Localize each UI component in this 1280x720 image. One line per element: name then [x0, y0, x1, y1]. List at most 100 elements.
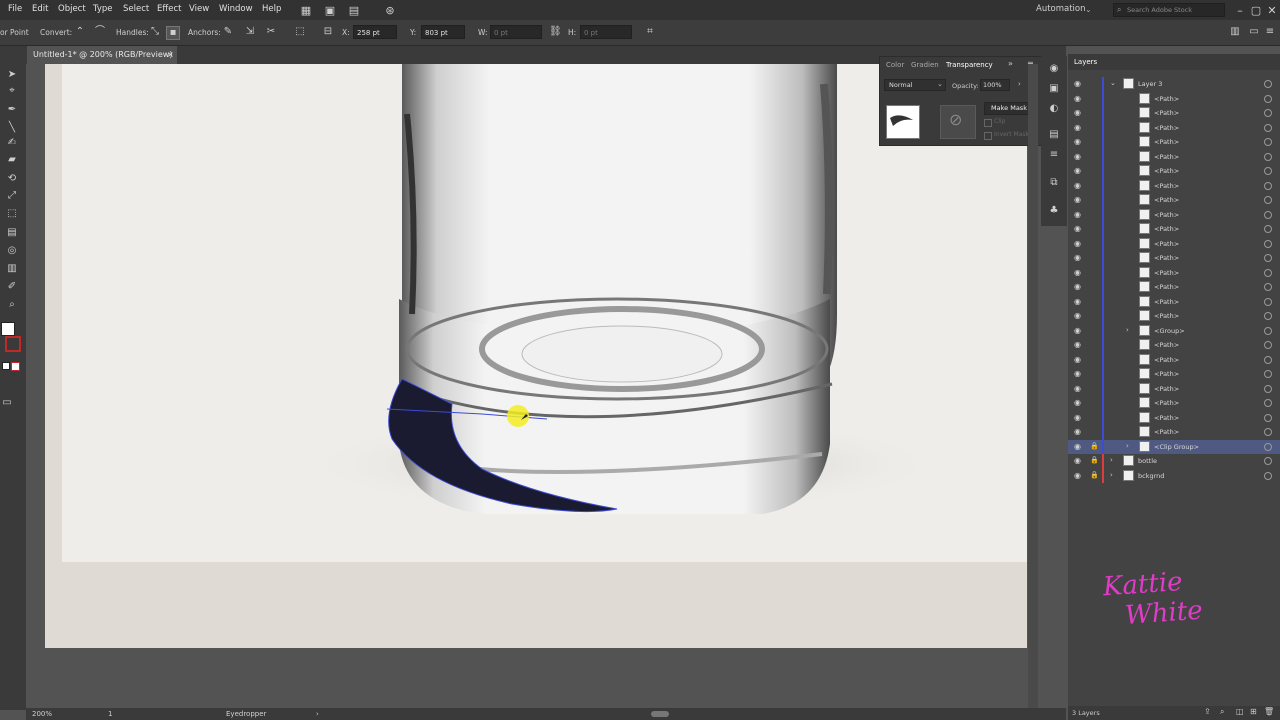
appearance-icon[interactable]: ▤	[1047, 128, 1061, 142]
sublayer-row[interactable]: ◉ <Path>	[1068, 265, 1280, 280]
sublayer-row[interactable]: ◉ <Path>	[1068, 193, 1280, 208]
menu-object[interactable]: Object	[58, 4, 86, 14]
control-menu-icon[interactable]: ≡	[1264, 26, 1276, 38]
menu-type[interactable]: Type	[93, 4, 113, 14]
sublayer-row[interactable]: ◉ <Path>	[1068, 410, 1280, 425]
sublayer-row[interactable]: ◉ <Path>	[1068, 309, 1280, 324]
target-circle-icon[interactable]	[1264, 326, 1272, 335]
cut-path-icon[interactable]: ✂	[265, 26, 277, 38]
collapse-panel-icon[interactable]: »	[1008, 59, 1013, 68]
connect-endpoints-icon[interactable]: ⇲	[244, 26, 256, 38]
sublayer-row[interactable]: ◉ <Path>	[1068, 425, 1280, 440]
zoom-tool-icon[interactable]: ⌕	[5, 298, 19, 311]
vertical-scrollbar[interactable]	[1028, 64, 1038, 708]
artwork-thumbnail[interactable]	[886, 105, 920, 139]
swatches-icon[interactable]: ▣	[1047, 82, 1061, 96]
transparency-icon[interactable]: ◐	[1047, 102, 1061, 116]
convert-corner-icon[interactable]: ⌃	[74, 26, 86, 38]
locate-object-icon[interactable]: ⌕	[1220, 707, 1224, 717]
make-mask-button[interactable]: Make Mask	[984, 102, 1034, 115]
link-proportions-icon[interactable]: ⛓	[549, 26, 562, 38]
sublayer-row[interactable]: ◉ <Path>	[1068, 294, 1280, 309]
target-circle-icon[interactable]	[1264, 152, 1272, 161]
bridge-icon[interactable]: ▦	[298, 2, 314, 18]
visibility-eye-icon[interactable]: ◉	[1074, 224, 1081, 233]
stroke-swatch[interactable]	[5, 336, 21, 352]
target-circle-icon[interactable]	[1264, 138, 1272, 146]
direct-selection-tool-icon[interactable]: ⌖	[5, 84, 19, 97]
visibility-eye-icon[interactable]: ◉	[1074, 355, 1081, 364]
sublayer-row[interactable]: ◉ <Path>	[1068, 222, 1280, 237]
sublayer-row[interactable]: ◉ <Path>	[1068, 251, 1280, 266]
visibility-eye-icon[interactable]: ◉	[1074, 137, 1081, 146]
sublayer-row[interactable]: ◉ <Path>	[1068, 91, 1280, 106]
color-guide-icon[interactable]: ◉	[1047, 62, 1061, 76]
symbols-icon[interactable]: ♣	[1047, 204, 1061, 218]
target-circle-icon[interactable]	[1264, 399, 1272, 407]
target-circle-icon[interactable]	[1264, 471, 1272, 480]
sublayer-row[interactable]: ◉ <Path>	[1068, 352, 1280, 367]
visibility-eye-icon[interactable]: ◉	[1074, 326, 1081, 335]
layer-row[interactable]: ◉ ⌄ Layer 3	[1068, 77, 1280, 92]
target-circle-icon[interactable]	[1264, 428, 1272, 436]
shape-builder-icon[interactable]: ◎	[5, 244, 19, 257]
target-circle-icon[interactable]	[1264, 254, 1272, 262]
new-sublayer-icon[interactable]: ⊞	[1250, 707, 1257, 716]
sublayer-row[interactable]: ◉ <Path>	[1068, 106, 1280, 121]
arrange-icon[interactable]: ▥	[1229, 26, 1241, 38]
sublayer-row[interactable]: ◉ <Path>	[1068, 207, 1280, 222]
lock-icon[interactable]: 🔒	[1090, 471, 1099, 479]
close-tab-icon[interactable]: ×	[167, 46, 174, 64]
pen-tool-icon[interactable]: ✒	[5, 103, 19, 116]
selection-tool-icon[interactable]: ➤	[5, 68, 19, 81]
target-circle-icon[interactable]	[1264, 123, 1272, 132]
layer-row[interactable]: ◉ 🔒 › bckgrnd	[1068, 468, 1280, 483]
chevron-right-icon[interactable]: ›	[1126, 442, 1129, 450]
convert-smooth-icon[interactable]: ⌒	[94, 26, 106, 38]
sublayer-row[interactable]: ◉ <Path>	[1068, 236, 1280, 251]
visibility-eye-icon[interactable]: ◉	[1074, 79, 1081, 88]
rotate-tool-icon[interactable]: ⟲	[5, 172, 19, 185]
sublayer-row[interactable]: ◉ <Path>	[1068, 164, 1280, 179]
visibility-eye-icon[interactable]: ◉	[1074, 297, 1081, 306]
target-circle-icon[interactable]	[1264, 283, 1272, 291]
sublayer-row[interactable]: ◉ › <Group>	[1068, 323, 1280, 338]
stock-icon[interactable]: ▣	[322, 2, 338, 18]
visibility-eye-icon[interactable]: ◉	[1074, 181, 1081, 190]
artboard-number[interactable]: 1	[108, 710, 112, 718]
target-circle-icon[interactable]	[1264, 413, 1272, 422]
select-similar-icon[interactable]: ⬚	[294, 26, 306, 38]
tab-transparency[interactable]: Transparency	[946, 61, 993, 69]
visibility-eye-icon[interactable]: ◉	[1074, 369, 1081, 378]
h-field[interactable]: 0 pt	[580, 25, 632, 39]
pathfinder-icon[interactable]: ⧉	[1047, 176, 1061, 190]
arrange-documents-icon[interactable]: ▤	[346, 2, 362, 18]
sublayer-row[interactable]: ◉ <Path>	[1068, 381, 1280, 396]
target-circle-icon[interactable]	[1264, 312, 1272, 320]
visibility-eye-icon[interactable]: ◉	[1074, 471, 1081, 480]
sublayer-row[interactable]: ◉ <Path>	[1068, 135, 1280, 150]
target-circle-icon[interactable]	[1264, 94, 1272, 103]
target-circle-icon[interactable]	[1264, 268, 1272, 277]
screen-mode-icon[interactable]: ▭	[0, 396, 14, 409]
line-tool-icon[interactable]: ╲	[5, 121, 19, 134]
layers-tab[interactable]: Layers	[1074, 58, 1097, 66]
visibility-eye-icon[interactable]: ◉	[1074, 340, 1081, 349]
eraser-tool-icon[interactable]: ▰	[5, 153, 19, 166]
menu-view[interactable]: View	[189, 4, 209, 14]
y-field[interactable]: 803 pt	[421, 25, 465, 39]
sublayer-row[interactable]: ◉ <Path>	[1068, 367, 1280, 382]
target-circle-icon[interactable]	[1264, 109, 1272, 117]
visibility-eye-icon[interactable]: ◉	[1074, 195, 1081, 204]
workspace-switcher[interactable]: Automation	[1036, 4, 1086, 14]
visibility-eye-icon[interactable]: ◉	[1074, 166, 1081, 175]
free-transform-icon[interactable]: ⬚	[5, 207, 19, 220]
sublayer-row[interactable]: ◉ <Path>	[1068, 338, 1280, 353]
visibility-eye-icon[interactable]: ◉	[1074, 456, 1081, 465]
chevron-right-icon[interactable]: ›	[316, 710, 319, 718]
horizontal-scroll-thumb[interactable]	[651, 711, 669, 717]
paintbrush-tool-icon[interactable]: ✍	[5, 136, 19, 149]
none-color-icon[interactable]	[11, 362, 20, 371]
minimize-icon[interactable]: –	[1232, 2, 1248, 18]
panel-toggle-icon[interactable]: ▭	[1248, 26, 1260, 38]
